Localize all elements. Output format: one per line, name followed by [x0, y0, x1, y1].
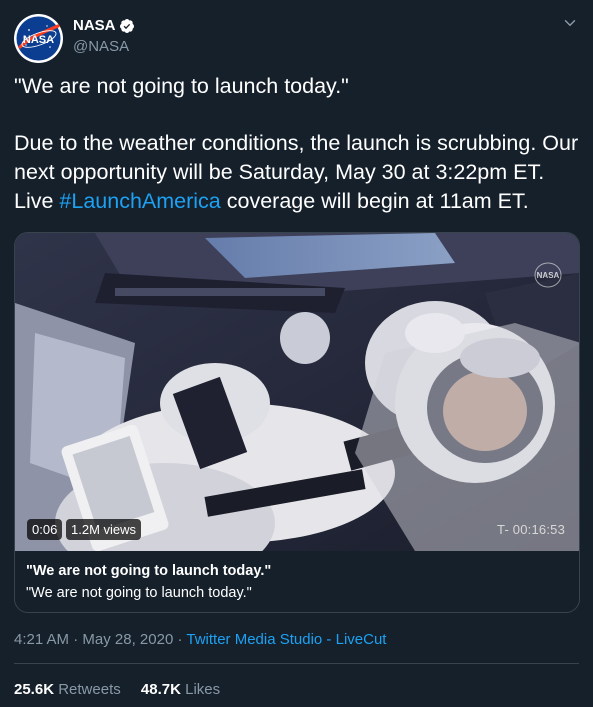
account-info[interactable]: NASA @NASA: [73, 16, 135, 57]
likes-label: Likes: [185, 681, 221, 698]
meta-separator: ·: [177, 631, 183, 648]
nasa-watermark-icon: NASA: [534, 262, 562, 288]
video-thumbnail: [15, 233, 579, 551]
tweet-date[interactable]: May 28, 2020: [82, 631, 173, 648]
display-name[interactable]: NASA: [73, 16, 116, 36]
tweet-header: NASA NASA @NASA: [14, 14, 579, 63]
retweets-stat[interactable]: 25.6K Retweets: [14, 680, 121, 700]
likes-count: 48.7K: [140, 681, 181, 698]
avatar-logo-text: NASA: [23, 34, 54, 46]
chevron-down-icon[interactable]: [561, 14, 579, 32]
watermark-text: NASA: [537, 271, 560, 280]
divider: [14, 663, 579, 664]
video-player[interactable]: NASA 0:06 1.2M views T- 00:16:53: [15, 233, 579, 551]
tweet-time[interactable]: 4:21 AM: [14, 631, 69, 648]
hashtag-link[interactable]: #LaunchAmerica: [59, 189, 220, 213]
tweet-text: "We are not going to launch today." Due …: [14, 72, 582, 216]
card-description: "We are not going to launch today.": [26, 585, 252, 601]
nasa-logo-icon: NASA: [16, 16, 61, 61]
verified-badge-icon: [119, 19, 134, 33]
tweet-stats: 25.6K Retweets 48.7K Likes: [14, 680, 236, 700]
account-handle[interactable]: @NASA: [73, 37, 135, 57]
media-card[interactable]: NASA 0:06 1.2M views T- 00:16:53 "We are…: [14, 232, 580, 613]
meta-separator: ·: [73, 631, 79, 648]
likes-stat[interactable]: 48.7K Likes: [141, 680, 220, 700]
card-text[interactable]: "We are not going to launch today." "We …: [26, 562, 566, 603]
tweet-meta: 4:21 AM · May 28, 2020 · Twitter Media S…: [14, 630, 386, 650]
launch-countdown: T- 00:16:53: [497, 522, 565, 537]
retweets-count: 25.6K: [14, 681, 55, 698]
tweet-body: Due to the weather conditions, the launc…: [14, 129, 582, 216]
tweet-source-link[interactable]: Twitter Media Studio - LiveCut: [186, 631, 386, 648]
video-views-badge: 1.2M views: [66, 519, 142, 540]
tweet-quote-line: "We are not going to launch today.": [14, 74, 349, 98]
avatar[interactable]: NASA: [14, 14, 63, 63]
card-title: "We are not going to launch today.": [26, 563, 272, 579]
tweet-body-end: coverage will begin at 11am ET.: [220, 189, 529, 213]
video-time-badge: 0:06: [27, 519, 63, 540]
retweets-label: Retweets: [58, 681, 121, 698]
